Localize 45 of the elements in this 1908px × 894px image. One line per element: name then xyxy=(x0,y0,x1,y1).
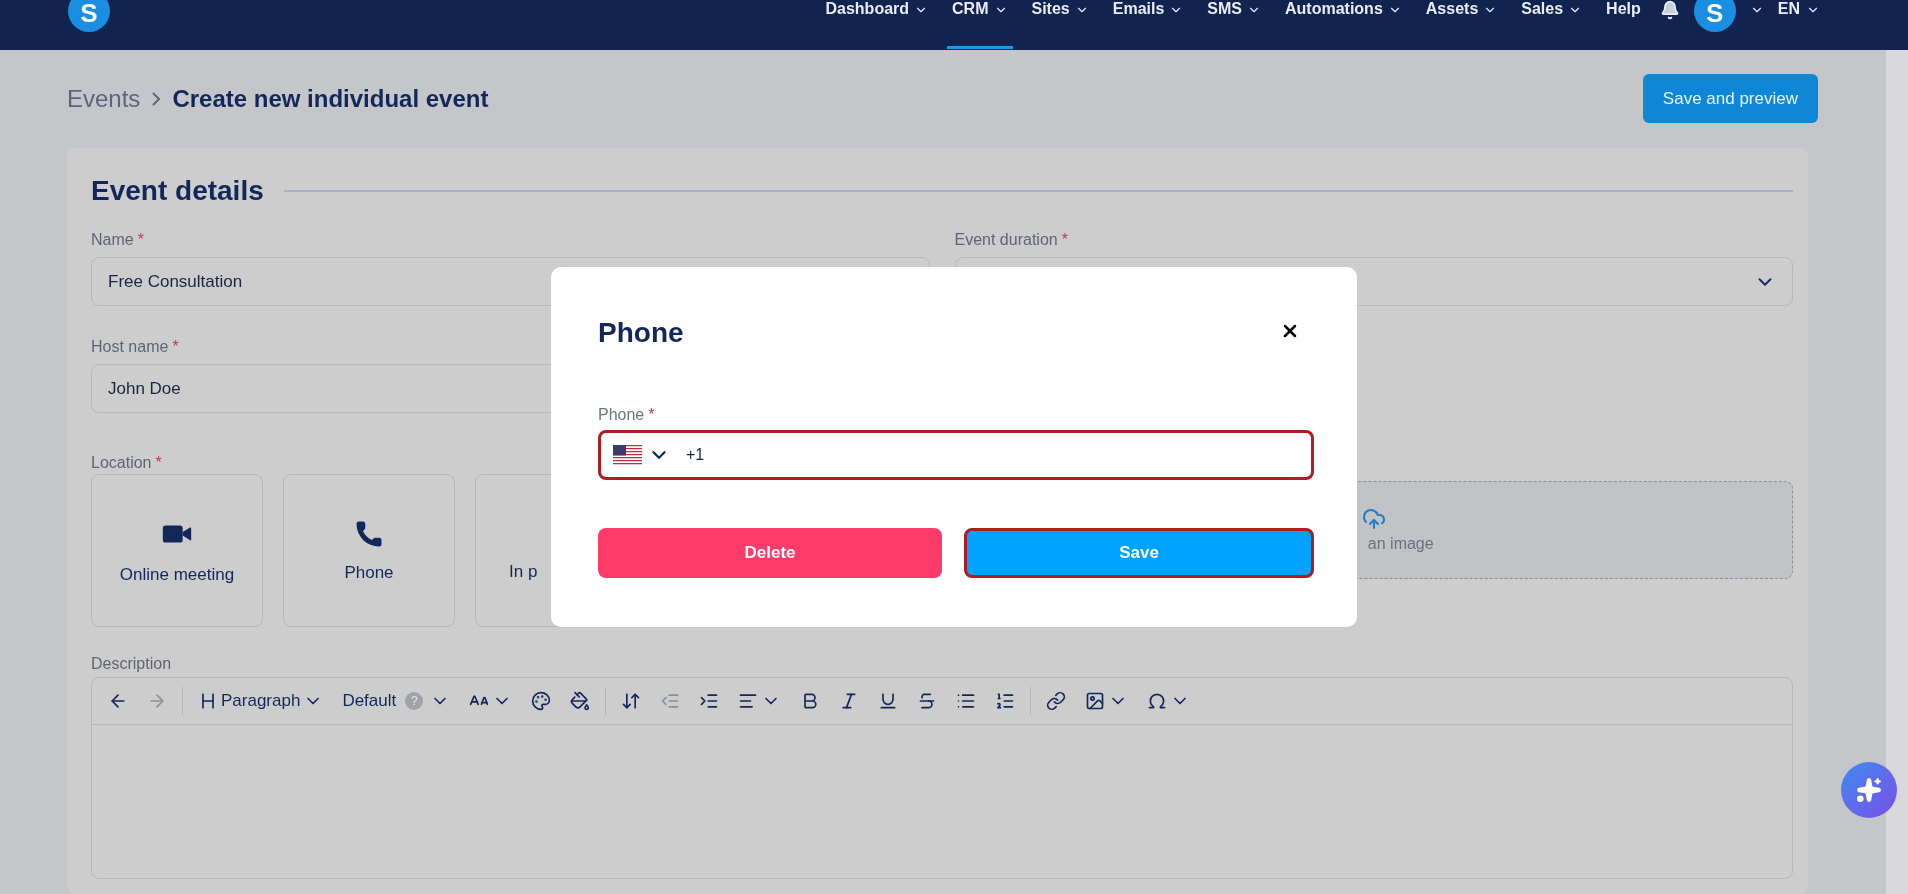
location-option-card[interactable]: Phone xyxy=(283,474,455,627)
field-label: Description xyxy=(91,655,172,673)
phone-input-field[interactable]: +1 xyxy=(598,430,1314,480)
language-selector[interactable]: EN xyxy=(1777,0,1820,18)
rich-text-editor[interactable]: Paragraph Default ? xyxy=(91,677,1793,879)
field-label: Name * xyxy=(91,231,144,249)
location-option-card[interactable]: Online meeting xyxy=(91,474,263,627)
scrollbar[interactable] xyxy=(1886,50,1908,894)
page-title: Create new individual event xyxy=(172,84,489,113)
nav-menu-item[interactable]: Sales xyxy=(1516,0,1588,46)
outdent-icon xyxy=(660,691,681,711)
help-badge: ? xyxy=(405,692,424,710)
bell-icon[interactable] xyxy=(1659,0,1680,20)
field-label: Event duration * xyxy=(954,231,1068,249)
nav-menu-item[interactable]: CRM xyxy=(947,0,1013,49)
nav-menu-item[interactable]: SMS xyxy=(1202,0,1266,46)
section-title: Event details xyxy=(91,175,264,207)
omega-icon xyxy=(1147,691,1168,711)
bullet-list-icon xyxy=(956,691,977,711)
nav-menu-item[interactable]: Help xyxy=(1601,0,1646,46)
nav-menu-item[interactable]: Sites xyxy=(1026,0,1094,46)
nav-menu-item[interactable]: Automations xyxy=(1280,0,1407,46)
sparkles-icon xyxy=(1856,777,1882,803)
link-icon xyxy=(1046,691,1067,711)
flag-icon[interactable] xyxy=(613,444,642,466)
ai-assistant-button[interactable] xyxy=(1841,762,1897,818)
nav-menu-item[interactable]: Emails xyxy=(1107,0,1189,46)
nav-menu-item[interactable]: Dashboard xyxy=(820,0,934,46)
indent-icon xyxy=(699,691,720,711)
align-left-icon xyxy=(738,691,759,711)
logo[interactable]: S xyxy=(68,0,110,32)
image-icon xyxy=(1085,691,1106,711)
chevron-right-icon xyxy=(150,90,163,107)
line-height-icon xyxy=(621,691,642,711)
numbered-list-icon xyxy=(995,691,1016,711)
user-avatar[interactable]: S xyxy=(1693,0,1736,32)
nav-menu-item[interactable]: Assets xyxy=(1420,0,1503,46)
paint-bucket-icon xyxy=(570,691,591,711)
cloud-upload-icon xyxy=(1361,507,1386,531)
format-dropdown[interactable]: Paragraph xyxy=(192,687,330,715)
format-dropdown[interactable]: Default ? xyxy=(336,687,457,715)
field-label: Location * xyxy=(91,454,162,472)
dialog-title: Phone xyxy=(598,317,684,349)
palette-icon xyxy=(531,691,552,711)
field-label: Host name * xyxy=(91,338,179,356)
